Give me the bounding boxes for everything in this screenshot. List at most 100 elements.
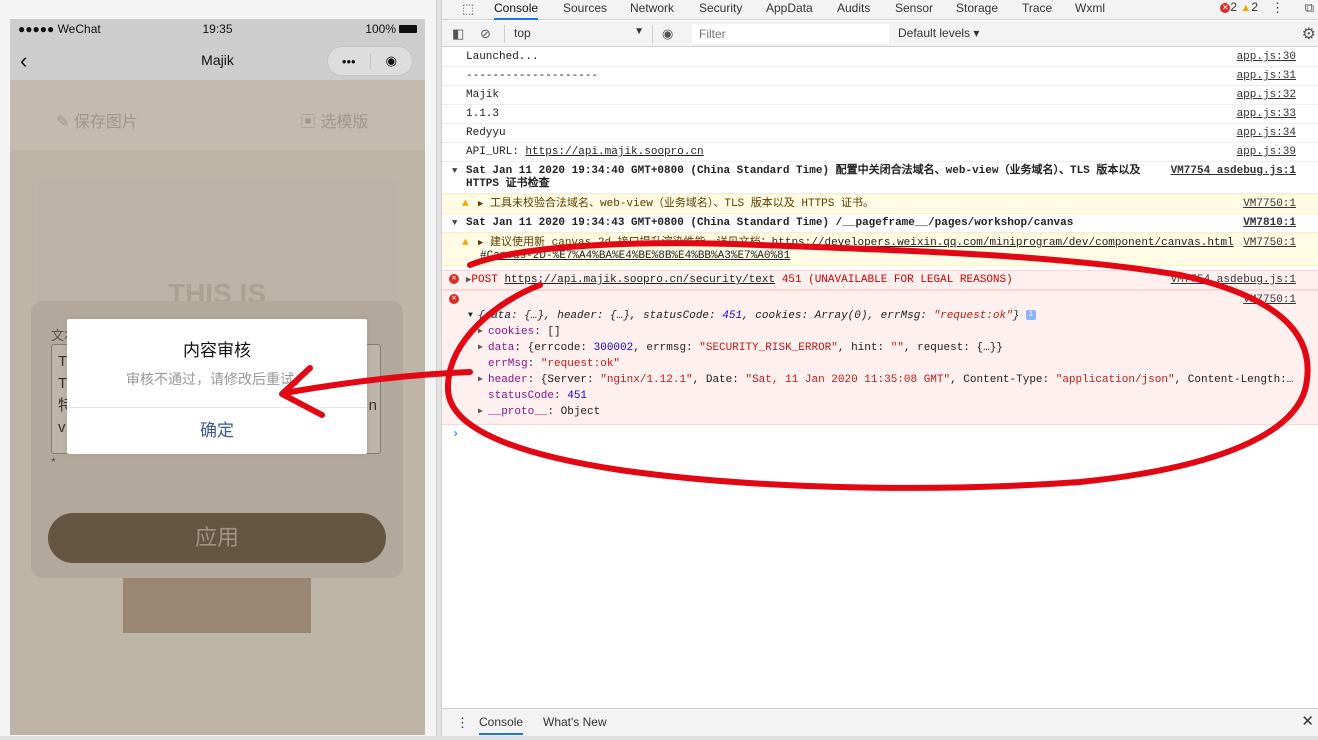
prop-key: data — [488, 342, 515, 354]
prop-key: header — [488, 374, 528, 386]
expand-triangle-icon[interactable]: ▶ — [478, 404, 483, 420]
canvas-docs-link[interactable]: https://developers.weixin.qq.com/minipro… — [772, 237, 1234, 249]
dropdown-arrow-icon: ▼ — [634, 26, 644, 37]
console-drawer: ⋮ Console What's New ✕ — [442, 708, 1318, 736]
expand-triangle-icon[interactable]: ▶ — [478, 324, 483, 340]
group-text: Sat Jan 11 2020 19:34:43 GMT+0800 (China… — [466, 217, 1074, 229]
object-property[interactable]: ▶ header: {Server: "nginx/1.12.1", Date:… — [442, 372, 1294, 388]
tab-appdata[interactable]: AppData — [766, 0, 813, 20]
error-object-row: ✕ VM7750:1 ▼ {data: {…}, header: {…}, st… — [442, 290, 1318, 425]
request-url-link[interactable]: https://api.majik.soopro.cn/security/tex… — [504, 274, 775, 286]
log-source-link[interactable]: VM7750:1 — [1243, 237, 1296, 250]
summary-part: , cookies: Array(0), errMsg: — [742, 310, 934, 322]
tab-security[interactable]: Security — [699, 0, 742, 20]
log-text: 1.1.3 — [466, 108, 500, 120]
prop-key: errMsg — [488, 358, 528, 370]
api-url-link[interactable]: https://api.majik.soopro.cn — [525, 146, 703, 158]
tab-audits[interactable]: Audits — [837, 0, 870, 20]
prop-value: , errmsg: — [633, 342, 700, 354]
drawer-menu-icon[interactable]: ⋮ — [456, 715, 469, 731]
undock-icon[interactable]: ⧉ — [1305, 0, 1314, 16]
filter-input[interactable] — [692, 24, 889, 44]
expand-triangle-icon[interactable]: ▶ — [478, 238, 483, 248]
expand-triangle-icon[interactable]: ▼ — [452, 165, 457, 178]
tab-network[interactable]: Network — [630, 0, 674, 20]
log-source-link[interactable]: VM7750:1 — [1243, 294, 1296, 307]
expand-triangle-icon[interactable]: ▶ — [478, 340, 483, 356]
warning-text: 工具未校验合法域名、web-view（业务域名）、TLS 版本以及 HTTPS … — [490, 198, 874, 210]
canvas-docs-link-cont[interactable]: #Canvas-2D-%E7%A4%BA%E4%BE%8B%E4%BB%A3%E… — [480, 250, 790, 262]
prop-value: : {errcode: — [514, 342, 594, 354]
log-group-header[interactable]: ▼ Sat Jan 11 2020 19:34:43 GMT+0800 (Chi… — [442, 214, 1318, 233]
devtools-panel: ⬚ Console Sources Network Security AppDa… — [442, 0, 1318, 740]
log-source-link[interactable]: VM7754 asdebug.js:1 — [1171, 274, 1296, 287]
date-value: "Sat, 11 Jan 2020 11:35:08 GMT" — [745, 374, 951, 386]
drawer-tab-console[interactable]: Console — [479, 715, 524, 735]
sidebar-toggle-icon[interactable]: ◧ — [452, 26, 464, 42]
log-row: -------------------- app.js:31 — [442, 67, 1318, 86]
object-spacer — [442, 294, 1294, 308]
info-icon[interactable]: i — [1025, 310, 1036, 321]
prop-value: : [] — [534, 326, 561, 338]
modal-title: 内容审核 — [183, 341, 251, 360]
log-source-link[interactable]: app.js:34 — [1237, 127, 1296, 140]
object-summary[interactable]: ▼ {data: {…}, header: {…}, statusCode: 4… — [442, 308, 1294, 324]
object-property[interactable]: ▶ data: {errcode: 300002, errmsg: "SECUR… — [442, 340, 1294, 356]
drawer-tab-whats-new[interactable]: What's New — [543, 715, 607, 729]
tab-trace[interactable]: Trace — [1022, 0, 1052, 20]
summary-errmsg: "request:ok" — [933, 310, 1013, 322]
settings-gear-icon[interactable]: ⚙ — [1302, 24, 1316, 44]
bottom-strip — [0, 736, 1318, 740]
tab-wxml[interactable]: Wxml — [1075, 0, 1105, 20]
expand-triangle-icon[interactable]: ▶ — [478, 199, 483, 209]
simulator-pane: ●●●●● WeChat 19:35 100% ‹ Majik ••• ◉ ✎ … — [0, 0, 436, 740]
log-group-header[interactable]: ▼ Sat Jan 11 2020 19:34:40 GMT+0800 (Chi… — [442, 162, 1318, 194]
log-source-link[interactable]: VM7810:1 — [1243, 217, 1296, 230]
log-source-link[interactable]: app.js:33 — [1237, 108, 1296, 121]
log-levels-dropdown[interactable]: Default levels ▾ — [898, 26, 979, 40]
prop-key: __proto__ — [488, 406, 548, 418]
log-text: Launched... — [466, 51, 539, 63]
prop-value: , Content-Length:… — [1174, 374, 1294, 386]
log-source-link[interactable]: app.js:39 — [1237, 146, 1296, 159]
error-icon: ✕ — [449, 294, 459, 307]
object-property[interactable]: ▶ __proto__: Object — [442, 404, 1294, 420]
collapse-triangle-icon[interactable]: ▼ — [468, 308, 473, 324]
more-options-icon[interactable]: ⋮ — [1271, 0, 1284, 16]
tab-console[interactable]: Console — [494, 0, 539, 20]
request-status: 451 (UNAVAILABLE FOR LEGAL REASONS) — [775, 274, 1013, 286]
log-row: Launched... app.js:30 — [442, 48, 1318, 67]
tab-sensor[interactable]: Sensor — [895, 0, 933, 20]
prop-value: 451 — [567, 390, 588, 402]
modal-confirm-button[interactable]: 确定 — [67, 407, 367, 454]
log-source-link[interactable]: VM7754 asdebug.js:1 — [1171, 165, 1296, 178]
prop-key: statusCode — [488, 390, 555, 402]
prop-value: : Object — [547, 406, 601, 418]
error-count-icon: ✕ — [1220, 2, 1231, 13]
close-drawer-icon[interactable]: ✕ — [1301, 712, 1314, 730]
log-source-link[interactable]: VM7750:1 — [1243, 198, 1296, 211]
console-toolbar: ◧ ⊘ top ▼ ◉ Default levels ▾ ⚙ — [442, 21, 1318, 47]
eye-icon[interactable]: ◉ — [662, 26, 673, 42]
log-source-link[interactable]: app.js:31 — [1237, 70, 1296, 83]
log-source-link[interactable]: app.js:30 — [1237, 51, 1296, 64]
object-property[interactable]: ▶ cookies: [] — [442, 324, 1294, 340]
log-source-link[interactable]: app.js:32 — [1237, 89, 1296, 102]
issue-counts[interactable]: ✕ 2 ▲2 — [1220, 0, 1258, 15]
tab-sources[interactable]: Sources — [563, 0, 607, 20]
object-property: statusCode: 451 — [488, 390, 588, 402]
inspect-element-icon[interactable]: ⬚ — [462, 1, 474, 17]
context-selector[interactable]: top ▼ — [514, 26, 644, 40]
console-prompt-row[interactable]: › — [442, 425, 1318, 445]
review-modal: 内容审核 审核不通过，请修改后重试。 确定 — [67, 319, 367, 454]
tab-storage[interactable]: Storage — [956, 0, 998, 20]
content-type-value: "application/json" — [1055, 374, 1175, 386]
prop-value: "request:ok" — [540, 358, 621, 370]
expand-triangle-icon[interactable]: ▶ — [478, 372, 483, 388]
prop-value: , Content-Type: — [950, 374, 1056, 386]
expand-triangle-icon[interactable]: ▼ — [452, 217, 457, 230]
warning-count-icon: ▲ — [1240, 2, 1252, 14]
clear-console-icon[interactable]: ⊘ — [480, 26, 491, 42]
errcode-value: 300002 — [593, 342, 634, 354]
warning-count: 2 — [1251, 0, 1258, 14]
